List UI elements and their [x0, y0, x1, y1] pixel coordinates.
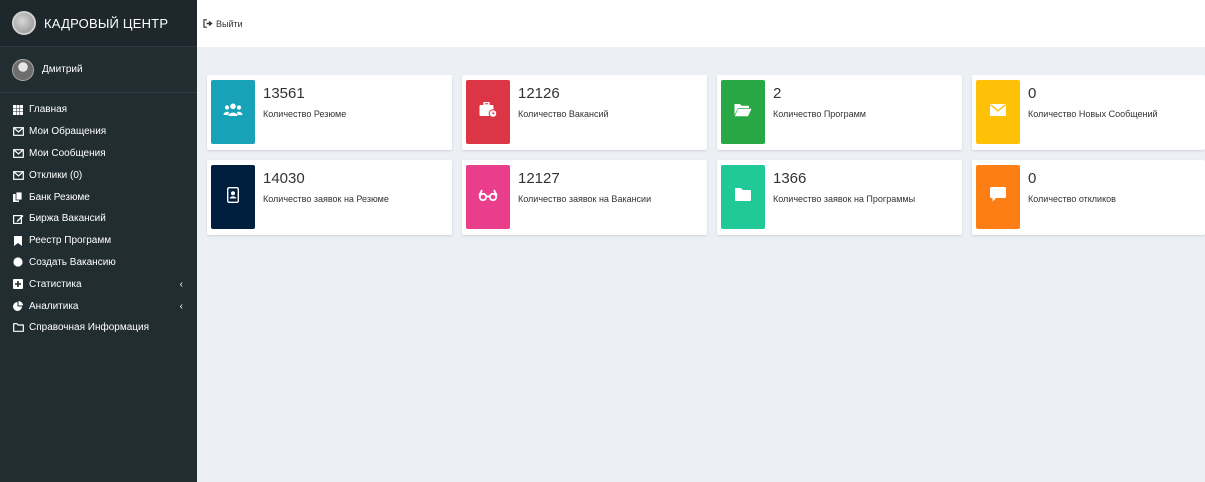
- card-label: Количество откликов: [1028, 194, 1116, 204]
- logout-label: Выйти: [216, 18, 243, 29]
- sidebar-item-label: Биржа Вакансий: [29, 213, 106, 225]
- logout-button[interactable]: Выйти: [203, 19, 243, 29]
- card-responses[interactable]: 0 Количество откликов: [972, 160, 1205, 235]
- card-text: 0 Количество Новых Сообщений: [1020, 75, 1158, 150]
- sidebar-item-responses[interactable]: Отклики (0): [0, 164, 197, 186]
- card-label: Количество Программ: [773, 109, 866, 119]
- sidebar-menu: Главная Мои Обращения Мои Сообщения Откл…: [0, 93, 197, 339]
- bookmark-icon: [12, 235, 24, 246]
- circle-icon: [12, 257, 24, 268]
- avatar: [12, 58, 34, 81]
- card-icon-box: [976, 80, 1020, 144]
- briefcase-clock-icon: [479, 101, 498, 123]
- sidebar-item-label: Отклики (0): [29, 169, 83, 181]
- card-value: 12126: [518, 85, 560, 102]
- comment-icon: [990, 187, 1006, 207]
- envelope-icon: [12, 170, 24, 180]
- sign-out-icon: [203, 19, 213, 28]
- envelope-icon: [990, 103, 1006, 121]
- topbar: Выйти: [197, 0, 1205, 47]
- sidebar-item-my-messages[interactable]: Мои Сообщения: [0, 143, 197, 165]
- sidebar-item-label: Главная: [29, 104, 68, 116]
- card-text: 14030 Количество заявок на Резюме: [255, 160, 389, 235]
- card-value: 2: [773, 85, 782, 102]
- edit-icon: [12, 214, 24, 224]
- users-icon: [223, 103, 243, 122]
- sidebar-item-label: Мои Обращения: [29, 126, 107, 138]
- sidebar-item-label: Банк Резюме: [29, 191, 90, 203]
- chevron-left-icon: ‹: [179, 300, 183, 312]
- envelope-icon: [12, 149, 24, 158]
- brand[interactable]: КАДРОВЫЙ ЦЕНТР: [0, 0, 197, 47]
- card-value: 12127: [518, 170, 560, 187]
- card-text: 12126 Количество Вакансий: [510, 75, 609, 150]
- id-badge-icon: [226, 186, 240, 208]
- card-icon-box: [466, 165, 510, 229]
- sidebar-item-label: Аналитика: [29, 300, 79, 312]
- envelope-icon: [12, 127, 24, 137]
- sidebar-item-label: Создать Вакансию: [29, 256, 116, 268]
- sidebar-item-analytics[interactable]: Аналитика ‹: [0, 295, 197, 317]
- card-vacancy-requests[interactable]: 12127 Количество заявок на Вакансии: [462, 160, 707, 235]
- card-label: Количество заявок на Вакансии: [518, 194, 652, 204]
- card-label: Количество Новых Сообщений: [1028, 109, 1158, 119]
- card-new-messages[interactable]: 0 Количество Новых Сообщений: [972, 75, 1205, 150]
- card-resume-requests[interactable]: 14030 Количество заявок на Резюме: [207, 160, 452, 235]
- sidebar-item-my-requests[interactable]: Мои Обращения: [0, 121, 197, 143]
- sidebar: КАДРОВЫЙ ЦЕНТР Дмитрий Главная Мои Обращ…: [0, 0, 197, 482]
- sidebar-item-label: Статистика: [29, 278, 82, 290]
- grid-icon: [12, 104, 24, 115]
- sidebar-item-home[interactable]: Главная: [0, 99, 197, 121]
- card-icon-box: [211, 80, 255, 144]
- card-vacancies[interactable]: 12126 Количество Вакансий: [462, 75, 707, 150]
- sidebar-item-label: Мои Сообщения: [29, 147, 106, 159]
- card-label: Количество Резюме: [263, 109, 347, 119]
- card-icon-box: [211, 165, 255, 229]
- card-text: 0 Количество откликов: [1020, 160, 1116, 235]
- card-text: 2 Количество Программ: [765, 75, 866, 150]
- card-icon-box: [466, 80, 510, 144]
- card-text: 1366 Количество заявок на Программы: [765, 160, 915, 235]
- sidebar-item-resume-bank[interactable]: Банк Резюме: [0, 186, 197, 208]
- user-name: Дмитрий: [42, 64, 83, 75]
- card-value: 1366: [773, 170, 807, 187]
- user-panel[interactable]: Дмитрий: [0, 47, 197, 93]
- brand-title: КАДРОВЫЙ ЦЕНТР: [44, 15, 169, 31]
- card-value: 0: [1028, 85, 1037, 102]
- pie-chart-icon: [12, 301, 24, 312]
- card-label: Количество заявок на Программы: [773, 194, 916, 204]
- sidebar-item-label: Реестр Программ: [29, 235, 112, 247]
- plus-square-icon: [12, 279, 24, 290]
- glasses-icon: [478, 188, 498, 206]
- sidebar-item-vacancy-exchange[interactable]: Биржа Вакансий: [0, 208, 197, 230]
- card-label: Количество Вакансий: [518, 109, 609, 119]
- card-value: 0: [1028, 170, 1037, 187]
- sidebar-item-program-registry[interactable]: Реестр Программ: [0, 230, 197, 252]
- card-value: 14030: [263, 170, 305, 187]
- sidebar-item-statistics[interactable]: Статистика ‹: [0, 273, 197, 295]
- sidebar-item-label: Справочная Информация: [29, 322, 150, 334]
- app: КАДРОВЫЙ ЦЕНТР Дмитрий Главная Мои Обращ…: [0, 0, 1205, 482]
- card-label: Количество заявок на Резюме: [263, 194, 389, 204]
- card-program-requests[interactable]: 1366 Количество заявок на Программы: [717, 160, 962, 235]
- sidebar-item-create-vacancy[interactable]: Создать Вакансию: [0, 252, 197, 274]
- card-icon-box: [976, 165, 1020, 229]
- card-programs[interactable]: 2 Количество Программ: [717, 75, 962, 150]
- card-text: 13561 Количество Резюме: [255, 75, 346, 150]
- folder-icon: [735, 188, 751, 206]
- folder-open-icon: [734, 103, 752, 122]
- sidebar-item-reference-info[interactable]: Справочная Информация: [0, 317, 197, 339]
- card-icon-box: [721, 80, 765, 144]
- card-text: 12127 Количество заявок на Вакансии: [510, 160, 651, 235]
- card-resumes[interactable]: 13561 Количество Резюме: [207, 75, 452, 150]
- card-icon-box: [721, 165, 765, 229]
- chevron-left-icon: ‹: [179, 278, 183, 290]
- card-value: 13561: [263, 85, 305, 102]
- brand-logo: [12, 11, 36, 35]
- copy-icon: [12, 192, 24, 203]
- folder-icon: [12, 323, 24, 333]
